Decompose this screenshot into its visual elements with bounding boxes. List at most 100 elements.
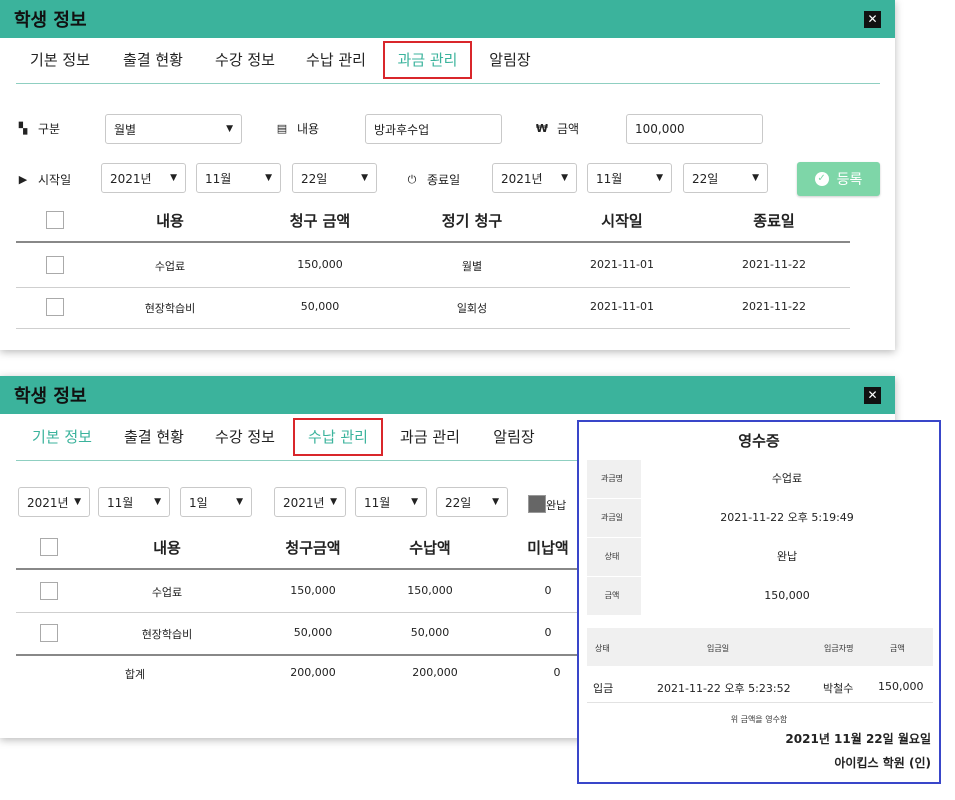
table-cell: 150,000 <box>290 584 336 597</box>
receipt-popup: 영수증 과금명 수업료 과금일 2021-11-22 오후 5:19:49 상태… <box>577 420 941 784</box>
end-label-text: 종료일 <box>427 173 461 187</box>
table-cell: 수업료 <box>151 586 183 599</box>
end-year-value: 2021년 <box>501 171 543 186</box>
table-header-divider <box>16 568 580 570</box>
end-day-value: 22일 <box>692 171 719 186</box>
tab-notice[interactable]: 알림장 <box>484 418 544 456</box>
chevron-down-icon: ▼ <box>361 173 368 183</box>
tab-notice[interactable]: 알림장 <box>480 41 540 79</box>
start-year-value: 2021년 <box>110 171 152 186</box>
receipt-date: 2021년 11월 22일 월요일 <box>785 732 931 746</box>
start-year-select[interactable]: 2021년 ▼ <box>101 163 186 193</box>
type-label: ▚ 구분 <box>16 120 60 137</box>
receipt-issuer: 아이킵스 학원 (인) <box>834 756 931 770</box>
title-bar: 학생 정보 ✕ <box>0 0 895 38</box>
receipt-field-value: 150,000 <box>641 577 933 615</box>
tab-payment[interactable]: 수납 관리 <box>296 41 376 79</box>
close-icon[interactable]: ✕ <box>864 386 881 404</box>
from-month-select[interactable]: 11월 ▼ <box>98 487 170 517</box>
receipt-field-row: 과금일 2021-11-22 오후 5:19:49 <box>587 499 933 537</box>
register-button-label: 등록 <box>836 172 863 188</box>
receipt-field-key: 과금일 <box>600 513 624 522</box>
type-select[interactable]: 월별 ▼ <box>105 114 242 144</box>
content-input[interactable]: 방과후수업 <box>365 114 502 144</box>
from-month-value: 11월 <box>107 495 134 510</box>
start-label: ▶ 시작일 <box>16 171 71 188</box>
table-cell: 2021-11-01 <box>590 300 654 313</box>
tab-course-info[interactable]: 수강 정보 <box>205 41 285 79</box>
receipt-field-row: 상태 완납 <box>587 538 933 576</box>
close-icon[interactable]: ✕ <box>864 10 881 28</box>
start-month-select[interactable]: 11월 ▼ <box>196 163 281 193</box>
table-cell: 현장학습비 <box>144 302 196 315</box>
table-cell: 0 <box>544 584 552 597</box>
end-month-select[interactable]: 11월 ▼ <box>587 163 672 193</box>
end-year-select[interactable]: 2021년 ▼ <box>492 163 577 193</box>
receipt-field-value: 완납 <box>641 538 933 576</box>
tab-billing[interactable]: 과금 관리 <box>390 418 470 456</box>
to-year-select[interactable]: 2021년 ▼ <box>274 487 346 517</box>
chevron-down-icon: ▼ <box>752 173 759 183</box>
total-label: 합계 <box>124 668 146 681</box>
chevron-down-icon: ▼ <box>330 497 337 507</box>
to-month-select[interactable]: 11월 ▼ <box>355 487 427 517</box>
start-label-text: 시작일 <box>38 173 72 187</box>
table-cell: 50,000 <box>293 626 333 639</box>
content-label-text: 내용 <box>297 122 320 136</box>
tab-attendance[interactable]: 출결 현황 <box>114 418 194 456</box>
col-header-content: 내용 <box>153 539 181 557</box>
type-select-value: 월별 <box>114 122 137 137</box>
list-icon: ▤ <box>276 122 288 135</box>
end-label: ⏻ 종료일 <box>405 171 460 188</box>
select-all-checkbox[interactable] <box>40 538 58 556</box>
receipt-field-key: 상태 <box>604 552 620 561</box>
chevron-down-icon: ▼ <box>170 173 177 183</box>
receipt-field-row: 과금명 수업료 <box>587 460 933 498</box>
col-header-recurring: 정기 청구 <box>441 212 503 230</box>
receipt-field-key: 금액 <box>604 591 620 600</box>
receipt-note: 위 금액을 영수함 <box>730 715 788 724</box>
row-checkbox[interactable] <box>40 624 58 642</box>
select-all-checkbox[interactable] <box>46 211 64 229</box>
tab-basic-info[interactable]: 기본 정보 <box>20 41 100 79</box>
chevron-down-icon: ▼ <box>154 497 161 507</box>
start-day-select[interactable]: 22일 ▼ <box>292 163 377 193</box>
chevron-down-icon: ▼ <box>656 173 663 183</box>
pay-status: 입금 <box>593 682 614 695</box>
end-day-select[interactable]: 22일 ▼ <box>683 163 768 193</box>
pay-header-status: 상태 <box>595 644 610 653</box>
total-received: 200,000 <box>412 666 458 679</box>
tab-underline <box>16 83 880 84</box>
row-checkbox[interactable] <box>40 582 58 600</box>
row-checkbox[interactable] <box>46 298 64 316</box>
content-label: ▤ 내용 <box>275 120 319 137</box>
check-icon: ✓ <box>814 172 829 186</box>
tab-basic-info[interactable]: 기본 정보 <box>22 418 102 456</box>
window-title: 학생 정보 <box>14 10 87 31</box>
col-header-start: 시작일 <box>601 212 643 230</box>
to-day-select[interactable]: 22일 ▼ <box>436 487 508 517</box>
from-day-select[interactable]: 1일 ▼ <box>180 487 252 517</box>
power-icon: ⏻ <box>407 172 417 186</box>
paid-checkbox[interactable] <box>528 495 546 513</box>
tab-billing[interactable]: 과금 관리 <box>383 41 472 79</box>
from-year-select[interactable]: 2021년 ▼ <box>18 487 90 517</box>
window-title: 학생 정보 <box>14 386 87 407</box>
amount-input[interactable]: 100,000 <box>626 114 763 144</box>
row-checkbox[interactable] <box>46 256 64 274</box>
play-icon: ▶ <box>18 173 28 186</box>
title-bar: 학생 정보 ✕ <box>0 376 895 414</box>
panel-billing: 학생 정보 ✕ 기본 정보 출결 현황 수강 정보 수납 관리 과금 관리 알림… <box>0 0 895 350</box>
col-header-received: 수납액 <box>409 539 451 557</box>
tab-course-info[interactable]: 수강 정보 <box>205 418 285 456</box>
tab-attendance[interactable]: 출결 현황 <box>113 41 193 79</box>
col-header-content: 내용 <box>156 212 184 230</box>
type-label-text: 구분 <box>38 122 61 136</box>
col-header-unpaid: 미납액 <box>527 539 569 557</box>
row-divider <box>16 287 850 288</box>
tab-payment[interactable]: 수납 관리 <box>293 418 383 456</box>
receipt-field-row: 금액 150,000 <box>587 577 933 615</box>
receipt-field-value: 2021-11-22 오후 5:19:49 <box>641 499 933 537</box>
chevron-down-icon: ▼ <box>236 497 243 507</box>
register-button[interactable]: ✓ 등록 <box>797 162 880 196</box>
